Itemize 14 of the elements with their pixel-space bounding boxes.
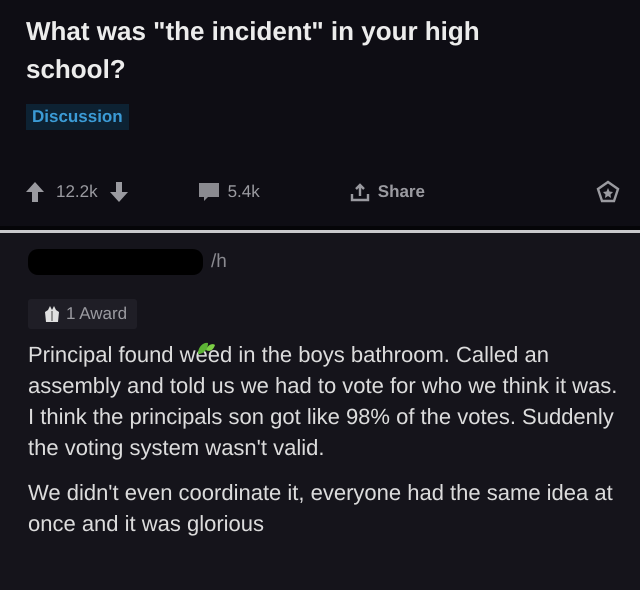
upvote-icon[interactable] — [26, 182, 44, 202]
vote-count: 12.2k — [56, 182, 98, 202]
comment-paragraph: We didn't even coordinate it, everyone had the same idea at once and it was glorious — [28, 479, 614, 538]
post-title: What was "the incident" in your high school? — [26, 15, 481, 86]
comments-button[interactable]: 5.4k — [198, 182, 260, 202]
downvote-icon[interactable] — [110, 182, 128, 202]
comment-icon — [198, 182, 220, 202]
comment-paragraph: Principal found weed in the boys bathroom. Called an assembly and told us we had to vote for who we think it was. I think the principals son got like 98% of the votes. Suddenly the voting system wasn't valid. — [28, 339, 618, 462]
share-icon — [350, 182, 370, 202]
award-label: 1 Award — [66, 304, 128, 324]
share-button[interactable]: Share — [350, 182, 425, 202]
award-icon[interactable] — [596, 180, 620, 204]
flair-tag[interactable]: Discussion — [26, 104, 129, 130]
comment-age: /h — [211, 251, 227, 273]
